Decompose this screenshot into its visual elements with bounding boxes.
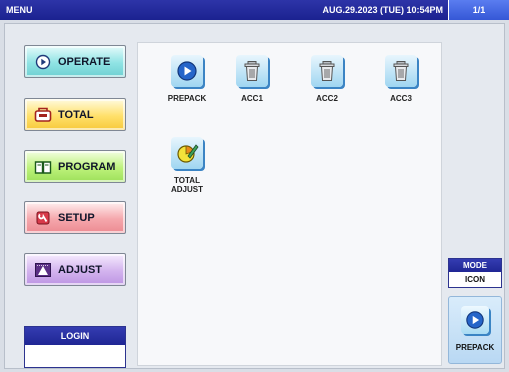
- tile-label: ACC2: [316, 94, 338, 103]
- operate-label: OPERATE: [58, 55, 111, 68]
- trash-can-icon: [236, 55, 268, 87]
- program-label: PROGRAM: [58, 160, 116, 173]
- trash-can-icon: [385, 55, 417, 87]
- tile-label: ACC3: [390, 94, 412, 103]
- calibration-icon: [34, 262, 52, 278]
- play-circle-icon: [34, 54, 52, 70]
- prepack-shortcut-button[interactable]: PREPACK: [448, 296, 502, 364]
- mode-value: ICON: [465, 275, 485, 284]
- login-label: LOGIN: [25, 327, 125, 345]
- trash-can-icon: [311, 55, 343, 87]
- login-box[interactable]: LOGIN: [24, 326, 126, 368]
- tile-label: PREPACK: [167, 94, 207, 103]
- register-icon: [34, 107, 52, 123]
- wrench-icon: [34, 210, 52, 226]
- tile-total-adjust[interactable]: TOTAL ADJUST: [160, 137, 214, 194]
- operate-button[interactable]: OPERATE: [24, 45, 126, 78]
- mode-indicator[interactable]: MODE ICON: [448, 258, 502, 288]
- setup-label: SETUP: [58, 211, 95, 224]
- adjust-button[interactable]: ADJUST: [24, 253, 126, 286]
- tile-acc3[interactable]: ACC3: [374, 55, 428, 103]
- tile-acc1[interactable]: ACC1: [225, 55, 279, 103]
- login-field[interactable]: [25, 345, 125, 367]
- tile-acc2[interactable]: ACC2: [300, 55, 354, 103]
- tile-prepack[interactable]: PREPACK: [160, 55, 214, 103]
- tile-label: ACC1: [241, 94, 263, 103]
- title-bar: MENU AUG.29.2023 (TUE) 10:54PM 1/1: [0, 0, 509, 20]
- tile-label: TOTAL ADJUST: [170, 176, 203, 194]
- adjust-label: ADJUST: [58, 263, 103, 276]
- play-icon: [171, 55, 203, 87]
- mode-label: MODE: [449, 259, 501, 272]
- program-button[interactable]: PROGRAM: [24, 150, 126, 183]
- total-label: TOTAL: [58, 108, 94, 121]
- page-indicator[interactable]: 1/1: [448, 0, 509, 20]
- function-icon-panel: PREPACK ACC1 ACC2 ACC3 TOTAL ADJUST: [137, 42, 442, 366]
- pie-chart-pencil-icon: [171, 137, 203, 169]
- screen-title: MENU: [6, 5, 33, 15]
- total-button[interactable]: TOTAL: [24, 98, 126, 131]
- play-icon: [461, 306, 489, 334]
- book-icon: [34, 159, 52, 175]
- shortcut-label: PREPACK: [455, 343, 495, 352]
- date-time: AUG.29.2023 (TUE) 10:54PM: [322, 5, 443, 15]
- setup-button[interactable]: SETUP: [24, 201, 126, 234]
